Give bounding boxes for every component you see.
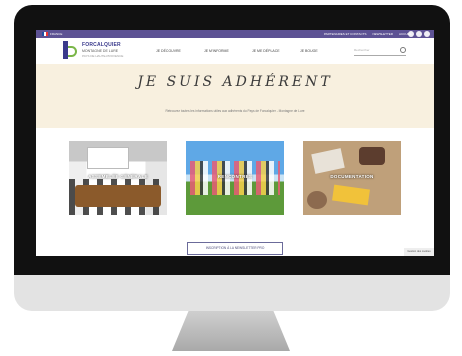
card-label: RENCONTRES <box>217 174 253 179</box>
website-screen: FRANCE PARTENAIRES ET CONTACTS NEWSLETTE… <box>36 30 434 256</box>
cookie-settings-button[interactable]: Gestion des cookies <box>404 248 434 256</box>
card-assemblee[interactable]: ASSEMBLÉE GÉNÉRALE <box>69 141 167 215</box>
coffee-cup <box>359 147 385 165</box>
nav-item-informe[interactable]: JE M'INFORME <box>204 49 252 53</box>
facebook-icon[interactable] <box>408 31 414 37</box>
site-logo[interactable] <box>63 41 79 59</box>
meeting-table <box>75 185 161 207</box>
top-link-partners[interactable]: PARTENAIRES ET CONTACTS <box>324 30 367 38</box>
page-title: JE SUIS ADHÉRENT <box>137 74 333 90</box>
hero-subtitle: Retrouvez toutes les informations utiles… <box>165 109 305 113</box>
projector-screen <box>87 147 129 169</box>
brand-sub2: PAYS DE HAUTE-PROVENCE <box>82 54 124 58</box>
paper <box>311 148 345 174</box>
nav-item-decouvre[interactable]: JE DÉCOUVRE <box>156 49 204 53</box>
nav-item-deplace[interactable]: JE ME DÉPLACE <box>252 49 300 53</box>
top-link-newsletter[interactable]: NEWSLETTER <box>372 30 393 38</box>
social-icons <box>408 31 430 37</box>
hero-banner: JE SUIS ADHÉRENT Retrouvez toutes les in… <box>36 64 434 128</box>
sticky-notes <box>332 184 370 206</box>
search-placeholder: Rechercher <box>354 48 370 52</box>
brand-text: FORCALQUIER MONTAGNE DE LURE PAYS DE HAU… <box>82 42 123 58</box>
newsletter-button[interactable]: INSCRIPTION À LA NEWSLETTER PRO <box>187 242 283 255</box>
hand <box>307 191 327 209</box>
top-links: PARTENAIRES ET CONTACTS NEWSLETTER ACCUE… <box>324 30 412 38</box>
monitor-chin <box>14 275 450 311</box>
instagram-icon[interactable] <box>416 31 422 37</box>
top-utility-bar: FRANCE PARTENAIRES ET CONTACTS NEWSLETTE… <box>36 30 434 38</box>
card-label: DOCUMENTATION <box>330 174 374 179</box>
card-rencontres[interactable]: RENCONTRES <box>186 141 284 215</box>
card-label: ASSEMBLÉE GÉNÉRALE <box>88 174 148 179</box>
country-label: FRANCE <box>50 32 63 36</box>
youtube-icon[interactable] <box>424 31 430 37</box>
flag-icon <box>42 32 48 36</box>
site-header: FORCALQUIER MONTAGNE DE LURE PAYS DE HAU… <box>36 38 434 64</box>
brand-sub1: MONTAGNE DE LURE <box>82 49 119 53</box>
search-input[interactable]: Rechercher <box>354 46 406 56</box>
main-nav: JE DÉCOUVRE JE M'INFORME JE ME DÉPLACE J… <box>156 49 348 53</box>
brand-name: FORCALQUIER <box>82 42 121 48</box>
nav-item-bouge[interactable]: JE BOUGE <box>300 49 348 53</box>
card-documentation[interactable]: DOCUMENTATION <box>303 141 401 215</box>
search-icon[interactable] <box>400 47 406 53</box>
monitor-stand <box>172 311 290 351</box>
